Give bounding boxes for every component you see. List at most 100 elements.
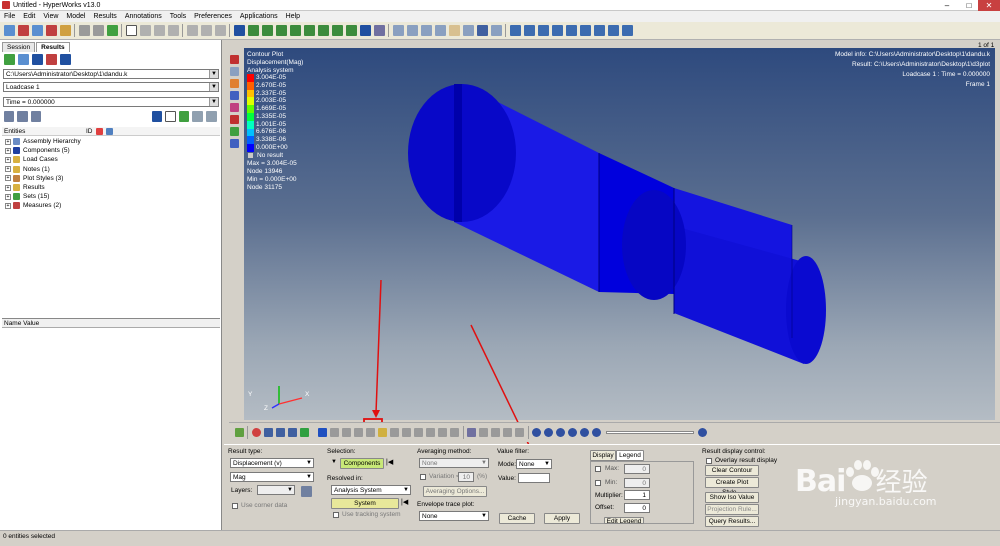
cloud-icon[interactable] [479,428,488,437]
measure-plot-icon[interactable] [426,428,435,437]
components-button[interactable]: Components [340,458,384,469]
animation-mode-icon[interactable] [532,428,541,437]
use-corner-data-checkbox[interactable] [232,503,238,509]
clear-contour-button[interactable]: Clear Contour [705,465,759,476]
watermark-url: jingyan.baidu.com [835,495,937,508]
note-icon[interactable] [438,428,447,437]
color-by-icon[interactable] [251,428,261,437]
tracking-icon[interactable] [390,428,399,437]
mode-select[interactable]: None ▼ [516,459,552,469]
tab-legend[interactable]: Legend [616,450,644,461]
chevron-down-icon: ▼ [481,460,487,466]
mode-label: Mode: [498,461,517,468]
selection-type-select[interactable]: ▼ [328,458,338,468]
fbd-icon[interactable] [378,428,387,437]
edit-legend-button[interactable]: Edit Legend [604,517,644,524]
query-icon[interactable] [414,428,423,437]
last-frame-icon[interactable] [592,428,601,437]
variation-unit: (%) [477,473,488,480]
chevron-down-icon: ▼ [287,487,293,493]
deformed-icon[interactable] [330,428,339,437]
status-bar: 0 entities selected [0,530,1000,546]
max-label: Max: [605,465,620,472]
layers-select[interactable]: ▼ [257,485,295,495]
tensor-plot-icon[interactable] [354,428,363,437]
multiplier-input[interactable]: 1 [624,490,650,500]
max-input[interactable]: 0 [624,464,650,474]
envelope-trace-select[interactable]: None ▼ [419,511,489,521]
next-frame-icon[interactable] [580,428,589,437]
averaging-method-label: Averaging method: [417,448,472,455]
offset-label: Offset: [595,504,615,511]
show-iso-value-button[interactable]: Show Iso Value [705,492,759,503]
chevron-down-icon: ▼ [544,461,550,467]
selection-label: Selection: [327,448,356,455]
averaging-method-select[interactable]: None ▼ [419,458,489,468]
create-plot-style-button[interactable]: Create Plot Style... [705,477,759,496]
reset-system-icon[interactable]: |◀ [401,498,408,506]
first-frame-icon[interactable] [544,428,553,437]
chevron-down-icon: ▼ [306,474,312,480]
chevron-down-icon: ▼ [403,487,409,493]
variation-label: Variation < [429,473,460,480]
align-icon[interactable] [467,428,476,437]
averaging-options-button[interactable]: Averaging Options... [423,486,487,497]
scale-icon[interactable] [503,428,512,437]
multiplier-label: Multiplier: [595,492,623,499]
play-icon[interactable] [568,428,577,437]
envelope-trace-label: Envelope trace plot: [417,501,475,508]
component-select[interactable]: Mag ▼ [230,472,314,482]
section-cut-icon[interactable] [402,428,411,437]
contour-button-icon[interactable] [318,428,327,437]
overlay-label: Overlay result display [715,457,778,464]
feature-icon[interactable] [299,428,309,437]
shaded-icon[interactable] [287,428,297,437]
baidu-paw-icon [846,460,879,491]
result-type-label: Result type: [228,448,263,455]
chevron-down-icon: ▼ [331,459,337,465]
mirror-icon[interactable] [491,428,500,437]
layers-label: Layers: [231,487,253,494]
watermark-brand: Bai [795,464,846,499]
iso-plot-icon[interactable] [366,428,375,437]
animation-settings-icon[interactable] [698,428,707,437]
value-filter-label: Value filter: [497,448,530,455]
reset-selection-icon[interactable]: |◀ [386,458,393,466]
watermark-cn: 经验 [875,468,928,498]
mesh-icon[interactable] [263,428,273,437]
chevron-down-icon: ▼ [481,513,487,519]
result-display-control-label: Result display control: [702,448,766,455]
min-input[interactable]: 0 [624,478,650,488]
value-input[interactable] [518,473,550,483]
wireframe-icon[interactable] [275,428,285,437]
resolved-in-select[interactable]: Analysis System ▼ [331,485,411,495]
cache-button[interactable]: Cache [499,513,535,524]
previous-frame-icon[interactable] [556,428,565,437]
system-button[interactable]: System [331,498,399,509]
min-label: Min: [605,479,618,486]
results-browser-icon[interactable] [234,428,244,437]
overlay-checkbox[interactable] [706,458,712,464]
status-text: 0 entities selected [3,533,56,540]
results-toolbar-bottom [229,422,1000,442]
animation-slider[interactable] [605,431,694,434]
vector-plot-icon[interactable] [342,428,351,437]
transform-icon[interactable] [515,428,524,437]
min-checkbox[interactable] [595,480,601,486]
variation-input[interactable]: 10 [458,472,474,482]
use-tracking-label: Use tracking system [342,511,401,518]
apply-button[interactable]: Apply [544,513,580,524]
projection-rule-button[interactable]: Projection Rule... [705,504,759,515]
query-results-button[interactable]: Query Results... [705,516,759,527]
tools-icon[interactable] [450,428,459,437]
variation-checkbox[interactable] [420,474,426,480]
use-corner-data-label: Use corner data [241,502,288,509]
resolved-in-label: Resolved in: [327,475,363,482]
offset-input[interactable]: 0 [624,503,650,513]
use-tracking-checkbox[interactable] [333,512,339,518]
filter-icon[interactable] [300,486,312,497]
result-type-select[interactable]: Displacement (v) ▼ [230,458,314,468]
max-checkbox[interactable] [595,466,601,472]
tab-display[interactable]: Display [590,450,616,461]
chevron-down-icon: ▼ [306,460,312,466]
